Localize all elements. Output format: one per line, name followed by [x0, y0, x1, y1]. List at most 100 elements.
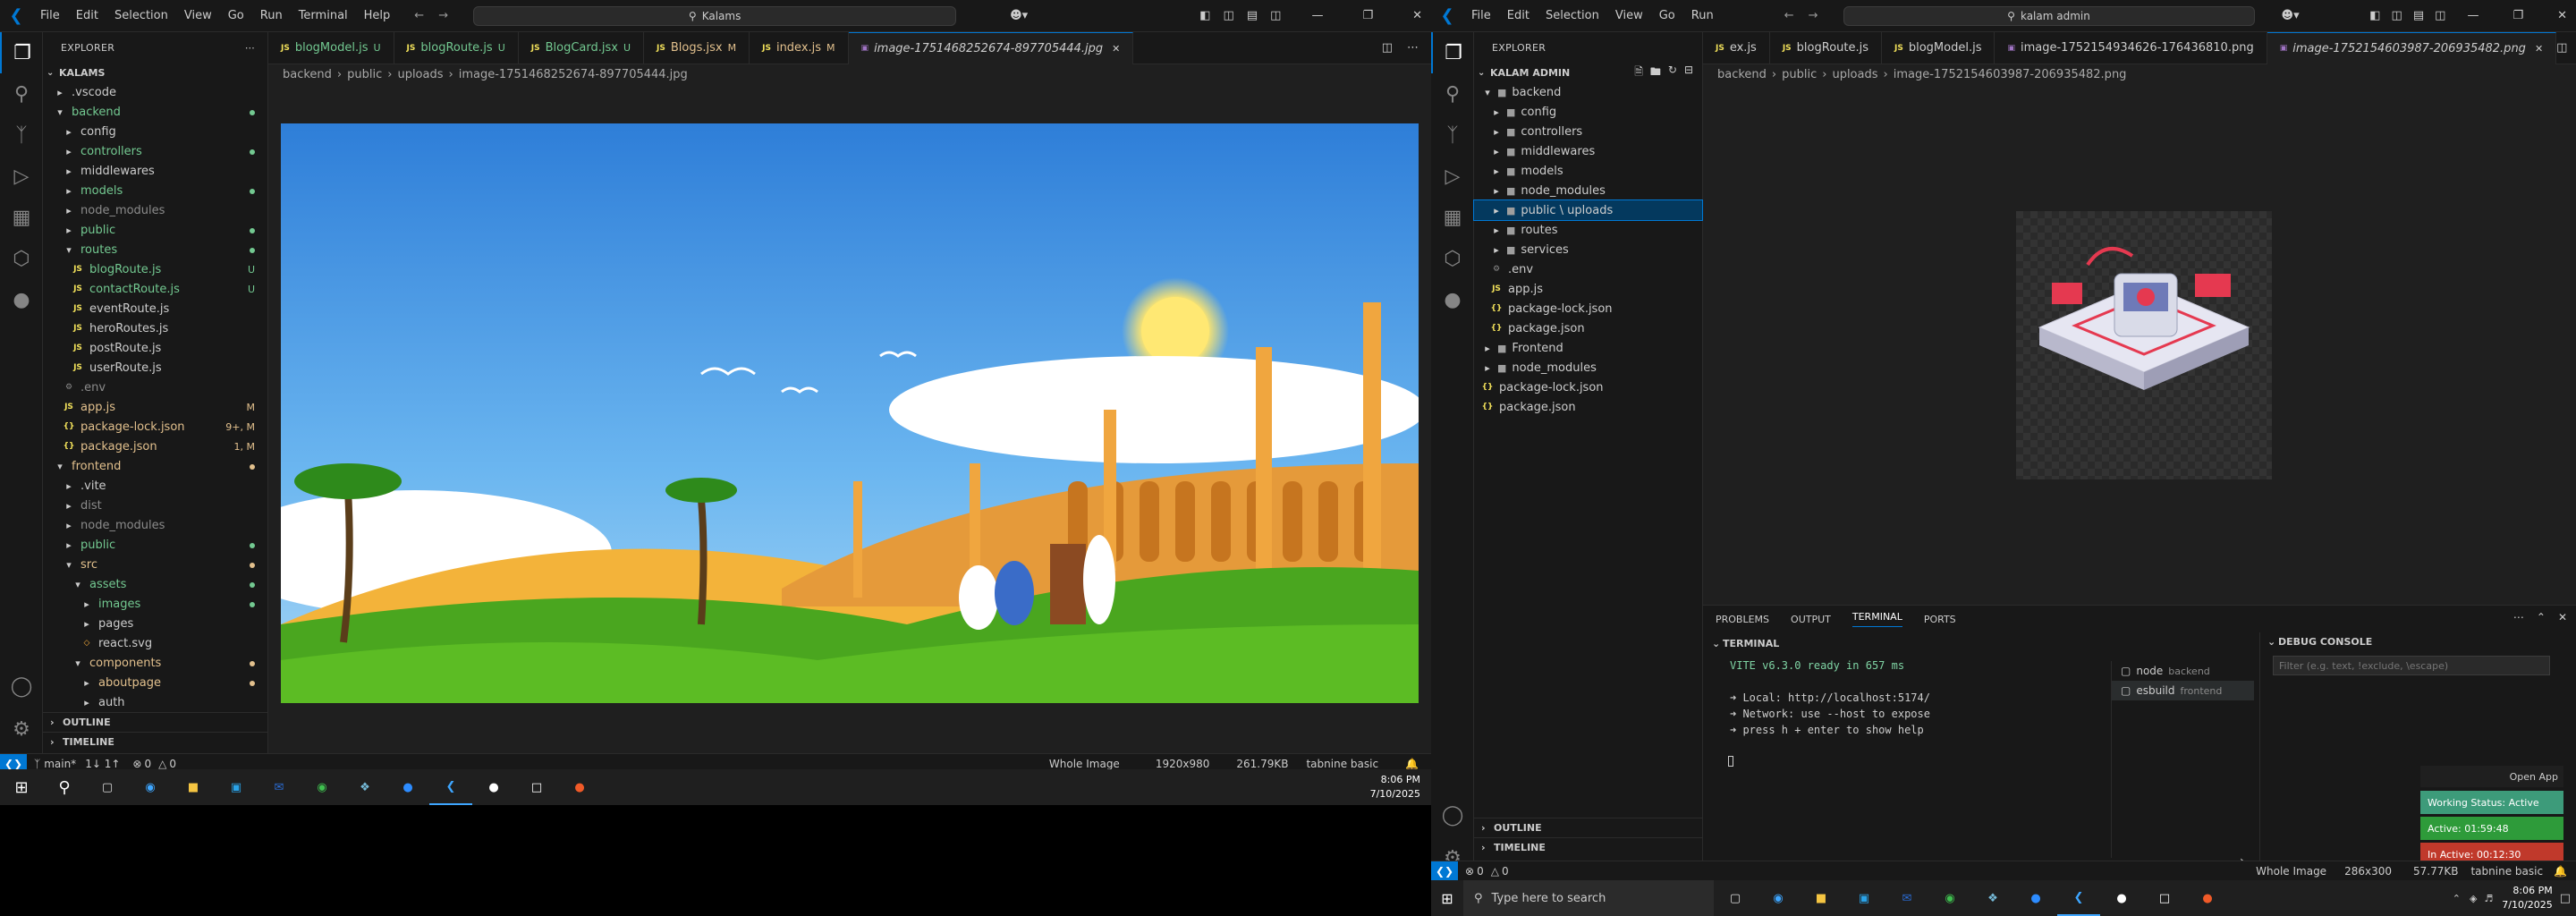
- tree-file[interactable]: JS app.js: [1474, 279, 1702, 299]
- image-zoom[interactable]: Whole Image: [2256, 865, 2326, 878]
- tree-folder[interactable]: ▸ .vscode: [43, 82, 267, 102]
- remote-explorer-icon[interactable]: ⬡: [0, 238, 43, 279]
- tree-folder[interactable]: ▸ aboutpage: [43, 673, 267, 692]
- copilot-icon[interactable]: ☻▾: [1010, 9, 1028, 22]
- terminal-icon[interactable]: □: [2143, 892, 2186, 905]
- tree-folder[interactable]: ▸ ■ controllers: [1474, 122, 1702, 141]
- tree-folder[interactable]: ▸ .vite: [43, 476, 267, 496]
- editor-tab[interactable]: ▣ image-1751468252674-897705444.jpg ✕: [848, 31, 1134, 64]
- forward-arrow-icon[interactable]: →: [1809, 9, 1818, 22]
- breadcrumb-item[interactable]: uploads: [1832, 68, 1877, 81]
- task-view-icon[interactable]: ▢: [1714, 892, 1757, 905]
- panel-tab[interactable]: TERMINAL: [1852, 611, 1902, 627]
- settings-gear-icon[interactable]: ⚙: [0, 708, 43, 750]
- tree-folder[interactable]: ▸ node_modules: [43, 515, 267, 535]
- file-explorer-icon[interactable]: ■: [172, 781, 215, 794]
- postman-icon[interactable]: ●: [558, 781, 601, 794]
- source-control-icon[interactable]: ᛉ: [0, 114, 43, 156]
- search-icon[interactable]: ⚲: [1431, 73, 1474, 114]
- maximize-panel-icon[interactable]: ⌃: [2537, 611, 2546, 623]
- tree-folder[interactable]: ▸ ■ middlewares: [1474, 141, 1702, 161]
- explorer-icon[interactable]: ❐: [1431, 32, 1474, 73]
- terminal-instance[interactable]: ▢ esbuild frontend: [2112, 681, 2254, 700]
- remote-explorer-icon[interactable]: ⬡: [1431, 238, 1474, 279]
- image-zoom[interactable]: Whole Image: [1049, 758, 1120, 770]
- menu-item[interactable]: Run: [252, 9, 291, 22]
- layout-toggle-icon[interactable]: ◧: [1199, 9, 1210, 22]
- menu-item[interactable]: Selection: [1538, 9, 1607, 22]
- refresh-icon[interactable]: ↻: [1668, 64, 1677, 82]
- tree-folder[interactable]: ▸ dist: [43, 496, 267, 515]
- forward-arrow-icon[interactable]: →: [438, 9, 448, 22]
- editor-tab[interactable]: JS index.js M: [750, 31, 849, 64]
- menu-item[interactable]: File: [1463, 9, 1499, 22]
- tree-folder[interactable]: ▸ ■ public \ uploads: [1473, 199, 1703, 221]
- tree-folder[interactable]: ▾ backend: [43, 102, 267, 122]
- timeline-section[interactable]: › TIMELINE: [43, 732, 268, 751]
- tree-file[interactable]: ⚙ .env: [1474, 259, 1702, 279]
- app-icon[interactable]: ❖: [1971, 892, 2014, 905]
- tree-file[interactable]: JS heroRoutes.js: [43, 318, 267, 338]
- tree-folder[interactable]: ▸ ■ Frontend: [1474, 338, 1702, 358]
- breadcrumb-item[interactable]: uploads: [397, 68, 443, 81]
- outline-section[interactable]: › OUTLINE: [43, 712, 268, 732]
- editor-tab[interactable]: ▣ image-1752154934626-176436810.png: [1995, 31, 2267, 64]
- task-view-icon[interactable]: ▢: [86, 781, 129, 794]
- close-icon[interactable]: ✕: [2557, 9, 2567, 22]
- tree-folder[interactable]: ▸ images: [43, 594, 267, 614]
- terminal-section-header[interactable]: ⌄ TERMINAL: [1703, 634, 2258, 652]
- editor-tab[interactable]: JS Blogs.jsx M: [644, 31, 750, 64]
- warnings-count[interactable]: 0: [1502, 865, 1509, 878]
- clock[interactable]: 8:06 PM 7/10/2025: [1370, 773, 1431, 802]
- notifications-icon[interactable]: 🔔: [1405, 758, 1419, 770]
- tree-file[interactable]: JS contactRoute.js U: [43, 279, 267, 299]
- tree-folder[interactable]: ▸ ■ node_modules: [1474, 181, 1702, 200]
- problems-count[interactable]: 0: [1477, 865, 1484, 878]
- tree-folder[interactable]: ▸ ■ routes: [1474, 220, 1702, 240]
- menu-item[interactable]: Help: [356, 9, 399, 22]
- mongodb-icon[interactable]: ●: [0, 279, 43, 320]
- vscode-taskbar-icon[interactable]: ❮: [429, 769, 472, 805]
- edge-icon[interactable]: ◉: [1757, 892, 1800, 905]
- tree-folder[interactable]: ▾ src: [43, 555, 267, 574]
- tree-file[interactable]: JS postRoute.js: [43, 338, 267, 358]
- search-icon[interactable]: ⚲: [0, 73, 43, 114]
- editor-tab[interactable]: ▣ image-1752154603987-206935482.png ✕: [2267, 31, 2557, 64]
- mongodb-icon[interactable]: ●: [1431, 279, 1474, 320]
- tabnine-status[interactable]: tabnine basic: [2470, 865, 2543, 878]
- extensions-icon[interactable]: ▦: [0, 197, 43, 238]
- git-sync[interactable]: 1↓ 1↑: [85, 758, 120, 770]
- app-icon[interactable]: ❖: [343, 781, 386, 794]
- edge-icon[interactable]: ◉: [129, 781, 172, 794]
- wifi-icon[interactable]: ◈: [2470, 893, 2477, 904]
- menu-item[interactable]: Selection: [106, 9, 176, 22]
- tree-folder[interactable]: ▸ pages: [43, 614, 267, 633]
- windows-start-icon[interactable]: ⊞: [1431, 880, 1463, 916]
- problems-count[interactable]: 0: [144, 758, 151, 770]
- close-icon[interactable]: ✕: [1412, 9, 1422, 22]
- tree-folder[interactable]: ▸ ■ models: [1474, 161, 1702, 181]
- remote-icon[interactable]: ❮❯: [1431, 861, 1458, 881]
- account-icon[interactable]: ◯: [1431, 794, 1474, 835]
- tree-folder[interactable]: ▸ node_modules: [43, 200, 267, 220]
- tree-folder[interactable]: ▸ auth: [43, 692, 267, 712]
- close-tab-icon[interactable]: ✕: [1112, 43, 1120, 55]
- chrome-icon[interactable]: ◉: [1928, 892, 1971, 905]
- outlook-icon[interactable]: ✉: [1885, 892, 1928, 905]
- taskbar-search-icon[interactable]: ⚲: [43, 778, 86, 797]
- tabnine-status[interactable]: tabnine basic: [1306, 758, 1378, 770]
- taskbar-search-box[interactable]: ⚲ Type here to search: [1463, 880, 1714, 916]
- tree-folder[interactable]: ▸ ■ config: [1474, 102, 1702, 122]
- layout-toggle-icon[interactable]: ◧: [2369, 9, 2380, 22]
- toggle-panel-icon[interactable]: ▤: [2413, 9, 2424, 22]
- store-icon[interactable]: ▣: [215, 781, 258, 794]
- tree-folder[interactable]: ▸ public: [43, 220, 267, 240]
- project-header[interactable]: ⌄ KALAM ADMIN 🗎 🖿 ↻ ⊟: [1474, 63, 1702, 82]
- tree-file[interactable]: {} package.json: [1474, 318, 1702, 338]
- tree-file[interactable]: JS app.js M: [43, 397, 267, 417]
- command-center-search[interactable]: ⚲ Kalams: [473, 5, 957, 26]
- extensions-icon[interactable]: ▦: [1431, 197, 1474, 238]
- tree-folder[interactable]: ▸ ■ node_modules: [1474, 358, 1702, 377]
- tree-folder[interactable]: ▸ config: [43, 122, 267, 141]
- split-editor-icon[interactable]: ◫: [2556, 41, 2567, 55]
